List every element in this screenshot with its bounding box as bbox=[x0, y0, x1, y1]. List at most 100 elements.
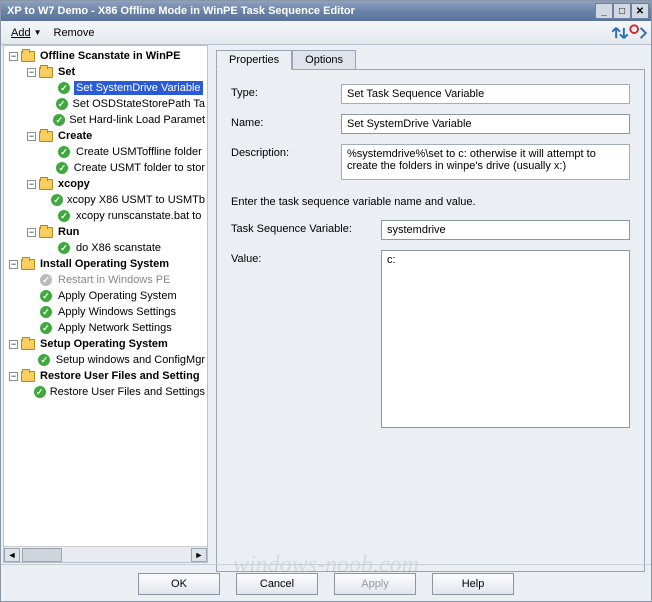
add-menu-button[interactable]: Add ▼ bbox=[5, 25, 48, 41]
folder-icon bbox=[38, 225, 54, 239]
tree-node-14[interactable]: ✓Restart in Windows PE bbox=[4, 272, 207, 288]
description-value[interactable]: %systemdrive%\set to c: otherwise it wil… bbox=[341, 144, 630, 180]
type-value: Set Task Sequence Variable bbox=[341, 84, 630, 104]
tree-node-label: Set bbox=[56, 65, 77, 79]
tree-twisty-icon bbox=[26, 387, 33, 398]
close-button[interactable]: ✕ bbox=[631, 3, 649, 19]
tree-twisty-icon bbox=[44, 195, 50, 206]
tree-node-label: Offline Scanstate in WinPE bbox=[38, 49, 182, 63]
step-ok-icon: ✓ bbox=[56, 81, 72, 95]
tree-node-21[interactable]: ✓Restore User Files and Settings bbox=[4, 384, 207, 400]
tree-twisty-icon bbox=[26, 275, 37, 286]
tab-properties[interactable]: Properties bbox=[216, 50, 292, 70]
folder-icon bbox=[38, 177, 54, 191]
ok-button[interactable]: OK bbox=[138, 573, 220, 595]
scroll-right-icon[interactable]: ► bbox=[191, 548, 207, 562]
tree-node-9[interactable]: ✓xcopy X86 USMT to USMTb bbox=[4, 192, 207, 208]
tree-node-20[interactable]: −Restore User Files and Setting bbox=[4, 368, 207, 384]
tree-twisty-icon[interactable]: − bbox=[8, 259, 19, 270]
toolbar: Add ▼ Remove bbox=[1, 21, 651, 45]
tree-node-13[interactable]: −Install Operating System bbox=[4, 256, 207, 272]
folder-icon bbox=[20, 369, 36, 383]
name-input[interactable] bbox=[341, 114, 630, 134]
tree-node-15[interactable]: ✓Apply Operating System bbox=[4, 288, 207, 304]
tree-twisty-icon bbox=[44, 83, 55, 94]
tree-node-label: Setup windows and ConfigMgr bbox=[54, 353, 207, 367]
step-disabled-icon: ✓ bbox=[38, 273, 54, 287]
tree-node-11[interactable]: −Run bbox=[4, 224, 207, 240]
tree-node-17[interactable]: ✓Apply Network Settings bbox=[4, 320, 207, 336]
task-tree[interactable]: −Offline Scanstate in WinPE−Set✓Set Syst… bbox=[4, 46, 207, 546]
scroll-left-icon[interactable]: ◄ bbox=[4, 548, 20, 562]
remove-button[interactable]: Remove bbox=[48, 25, 101, 41]
tree-twisty-icon bbox=[44, 243, 55, 254]
minimize-button[interactable]: _ bbox=[595, 3, 613, 19]
tree-node-0[interactable]: − Offline Scanstate in WinPE bbox=[4, 48, 207, 64]
tree-node-7[interactable]: ✓Create USMT folder to stor bbox=[4, 160, 207, 176]
tree-node-label: Setup Operating System bbox=[38, 337, 170, 351]
tree-node-19[interactable]: ✓Setup windows and ConfigMgr bbox=[4, 352, 207, 368]
tree-node-1[interactable]: − Set bbox=[4, 64, 207, 80]
value-input[interactable]: c: bbox=[381, 250, 630, 428]
tree-node-12[interactable]: ✓do X86 scanstate bbox=[4, 240, 207, 256]
tree-node-6[interactable]: ✓Create USMToffline folder bbox=[4, 144, 207, 160]
help-button[interactable]: Help bbox=[432, 573, 514, 595]
move-down-icon[interactable] bbox=[629, 24, 647, 42]
tree-twisty-icon bbox=[26, 291, 37, 302]
type-label: Type: bbox=[231, 84, 341, 99]
folder-icon bbox=[20, 257, 36, 271]
tree-twisty-icon bbox=[44, 163, 54, 174]
tree-node-label: Create bbox=[56, 129, 94, 143]
variable-label: Task Sequence Variable: bbox=[231, 220, 381, 235]
step-ok-icon: ✓ bbox=[56, 241, 72, 255]
tree-twisty-icon[interactable]: − bbox=[8, 339, 19, 350]
tree-node-16[interactable]: ✓Apply Windows Settings bbox=[4, 304, 207, 320]
tree-node-label: Apply Windows Settings bbox=[56, 305, 178, 319]
properties-panel: Type: Set Task Sequence Variable Name: D… bbox=[216, 69, 645, 572]
tree-node-label: xcopy runscanstate.bat to bbox=[74, 209, 203, 223]
description-label: Description: bbox=[231, 144, 341, 159]
step-ok-icon: ✓ bbox=[53, 113, 65, 127]
instruction-text: Enter the task sequence variable name an… bbox=[231, 196, 630, 208]
step-ok-icon: ✓ bbox=[34, 385, 46, 399]
step-ok-icon: ✓ bbox=[38, 321, 54, 335]
tree-twisty-icon[interactable]: − bbox=[26, 179, 37, 190]
horizontal-scrollbar[interactable]: ◄ ► bbox=[4, 546, 207, 562]
folder-icon bbox=[38, 129, 54, 143]
tree-node-8[interactable]: − xcopy bbox=[4, 176, 207, 192]
step-ok-icon: ✓ bbox=[56, 209, 72, 223]
tree-node-label: xcopy X86 USMT to USMTb bbox=[65, 193, 207, 207]
tree-node-4[interactable]: ✓Set Hard-link Load Paramet bbox=[4, 112, 207, 128]
maximize-button[interactable]: □ bbox=[613, 3, 631, 19]
step-ok-icon: ✓ bbox=[55, 97, 69, 111]
apply-button[interactable]: Apply bbox=[334, 573, 416, 595]
add-label: Add bbox=[11, 27, 31, 39]
cancel-button[interactable]: Cancel bbox=[236, 573, 318, 595]
tree-node-label: Apply Operating System bbox=[56, 289, 179, 303]
dropdown-icon: ▼ bbox=[34, 28, 42, 37]
step-ok-icon: ✓ bbox=[51, 193, 63, 207]
tree-node-10[interactable]: ✓xcopy runscanstate.bat to bbox=[4, 208, 207, 224]
tree-node-label: Set SystemDrive Variable bbox=[74, 81, 203, 95]
tree-node-label: Set OSDStateStorePath Ta bbox=[71, 97, 207, 111]
tree-twisty-icon[interactable]: − bbox=[26, 227, 37, 238]
tree-node-5[interactable]: − Create bbox=[4, 128, 207, 144]
dialog-buttons: OK Cancel Apply Help bbox=[1, 564, 651, 595]
tree-twisty-icon[interactable]: − bbox=[26, 131, 37, 142]
tree-twisty-icon bbox=[44, 115, 52, 126]
tree-twisty-icon[interactable]: − bbox=[8, 51, 19, 62]
tree-twisty-icon[interactable]: − bbox=[8, 371, 19, 382]
tree-node-label: Apply Network Settings bbox=[56, 321, 174, 335]
tree-node-label: xcopy bbox=[56, 177, 92, 191]
folder-icon bbox=[20, 49, 36, 63]
tree-node-2[interactable]: ✓Set SystemDrive Variable bbox=[4, 80, 207, 96]
title-bar: XP to W7 Demo - X86 Offline Mode in WinP… bbox=[1, 1, 651, 21]
tree-node-18[interactable]: − Setup Operating System bbox=[4, 336, 207, 352]
move-up-icon[interactable] bbox=[611, 24, 629, 42]
tree-twisty-icon[interactable]: − bbox=[26, 67, 37, 78]
tab-options[interactable]: Options bbox=[292, 50, 356, 70]
tree-node-label: Create USMToffline folder bbox=[74, 145, 204, 159]
scroll-thumb[interactable] bbox=[22, 548, 62, 562]
variable-input[interactable] bbox=[381, 220, 630, 240]
tree-node-3[interactable]: ✓Set OSDStateStorePath Ta bbox=[4, 96, 207, 112]
